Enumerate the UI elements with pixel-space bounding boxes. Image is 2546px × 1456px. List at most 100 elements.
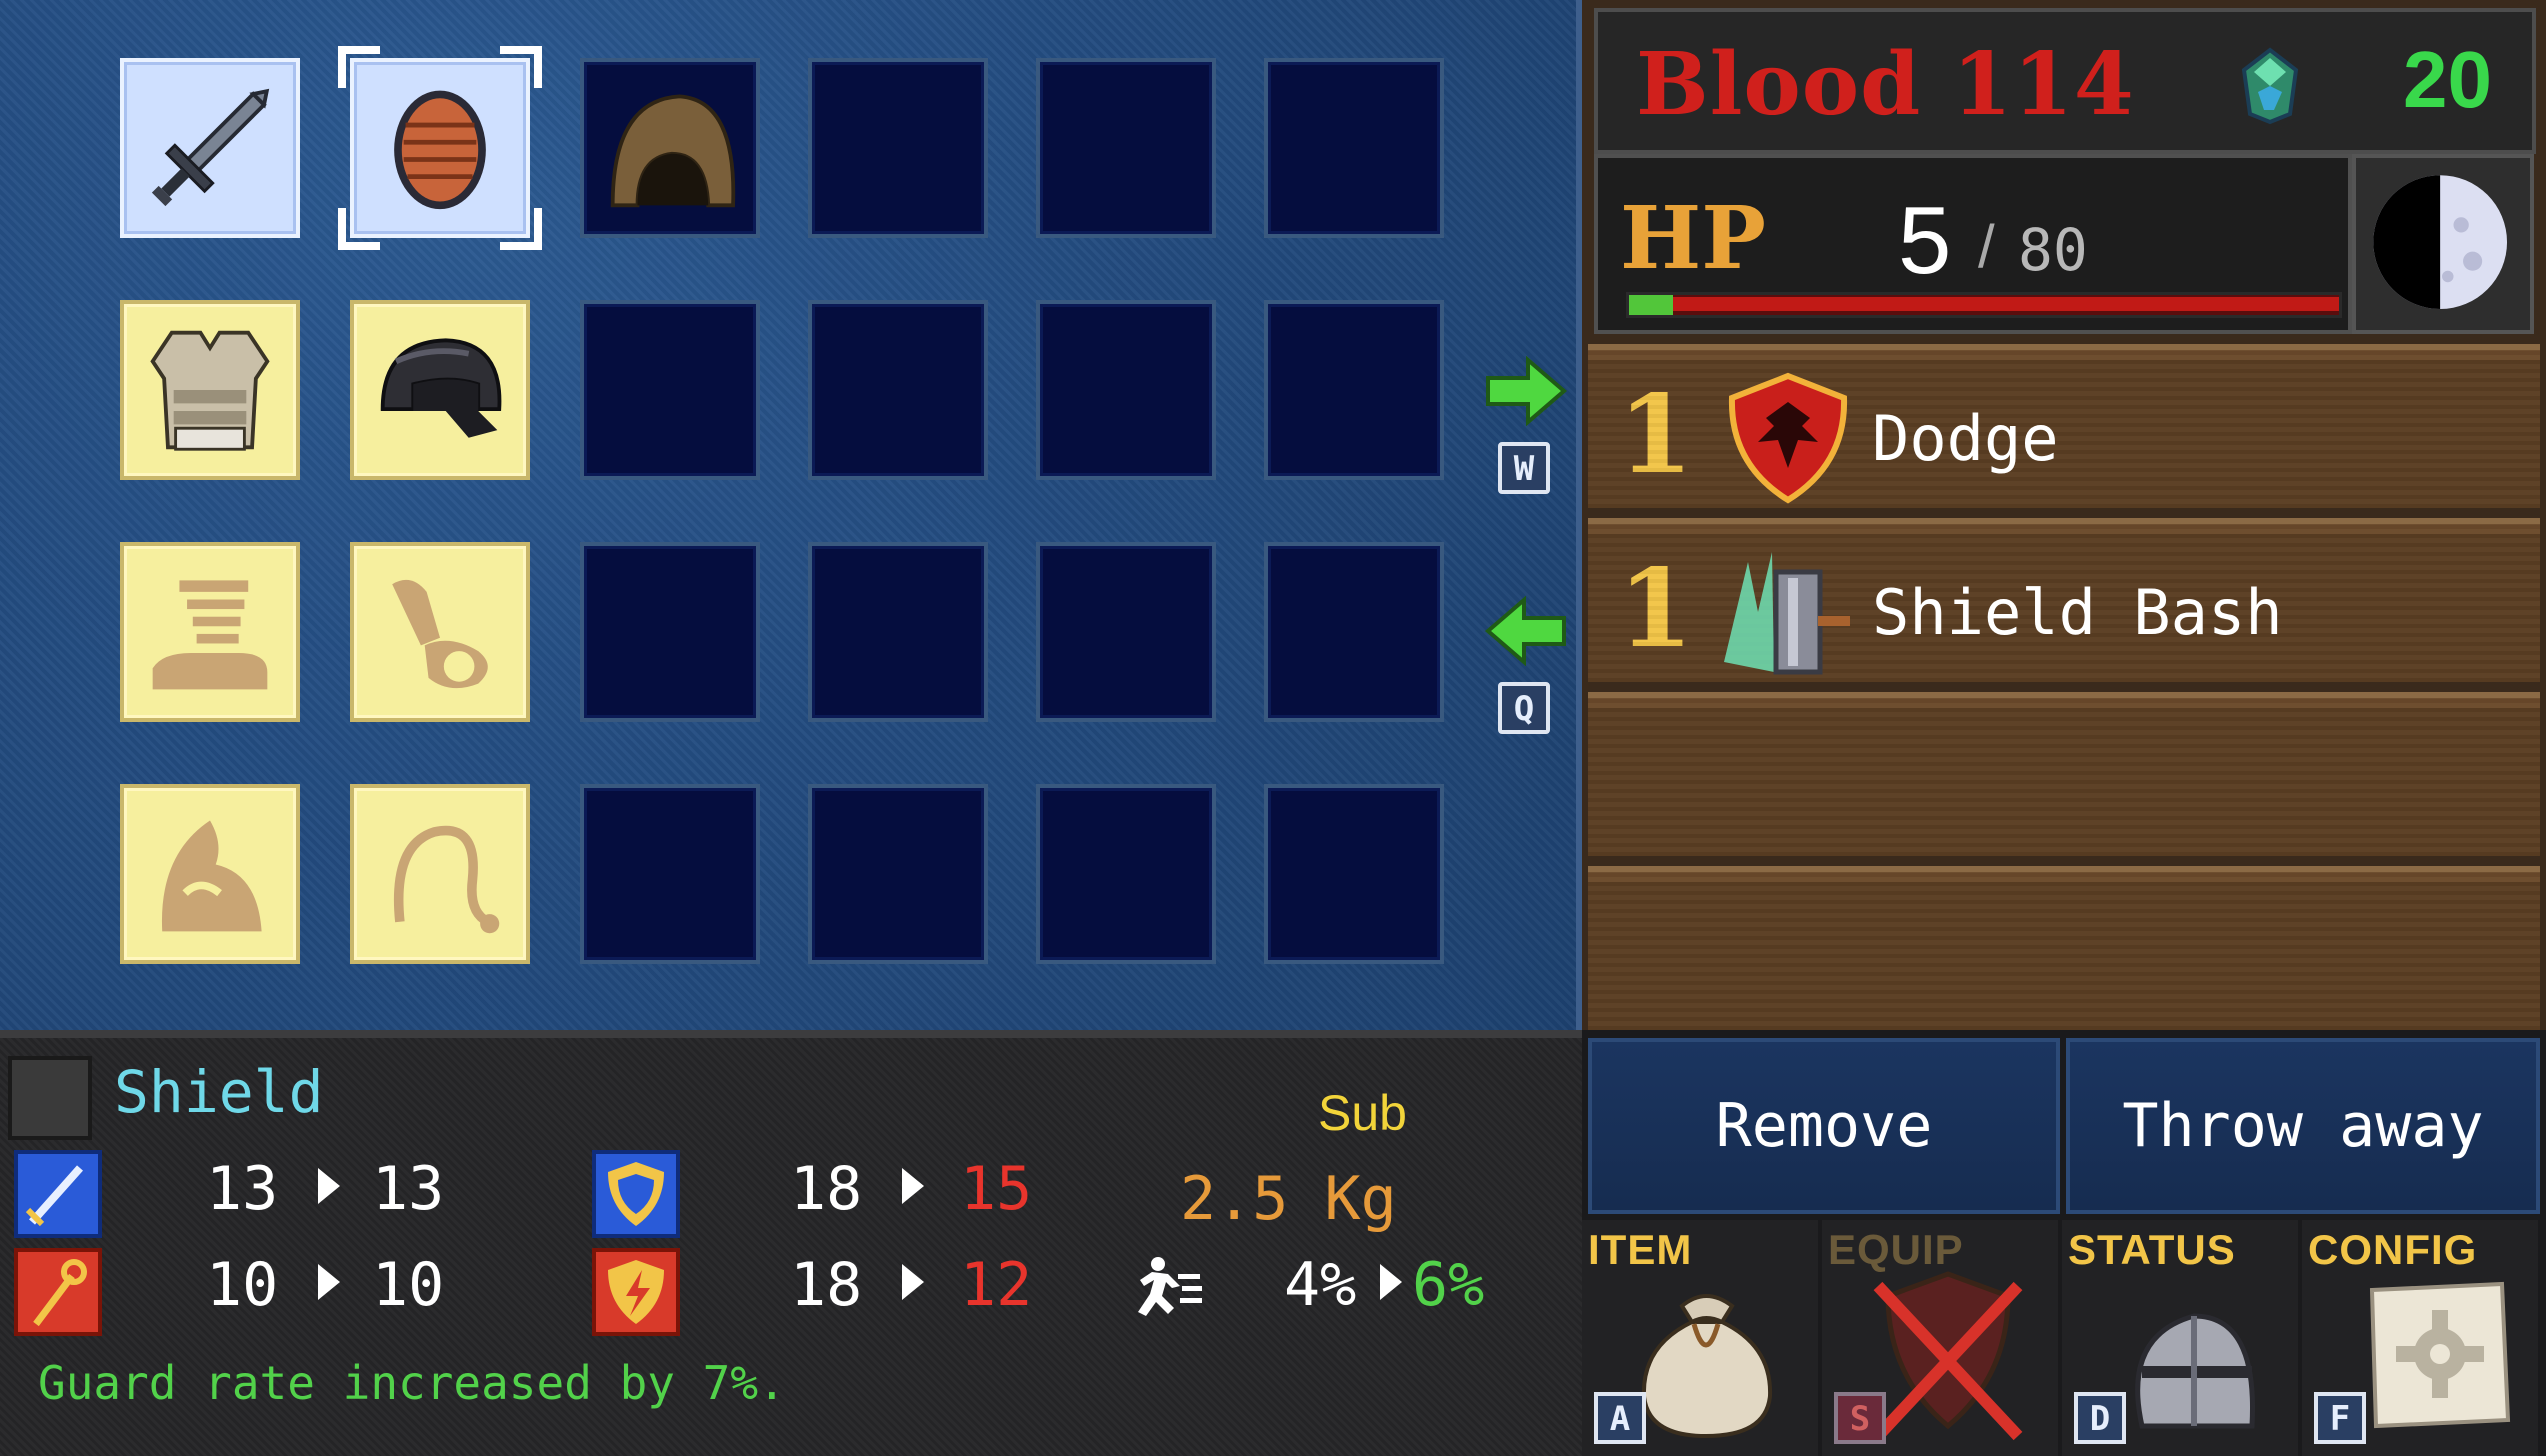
magic-defense-icon [592,1248,680,1336]
arrow-indicator [1380,1264,1402,1300]
cloak-placeholder-icon [161,820,262,932]
inventory-screen: W Q Blood 114 20 HP 5 / 80 1 Dodge 1 Shi… [0,0,2546,1456]
item-name: Shield [114,1058,324,1126]
blood-counter: Blood 114 [1636,34,2135,135]
slot-empty[interactable] [580,300,760,480]
defense-shield-icon [592,1150,680,1238]
key-badge-a: A [1594,1392,1646,1444]
arrow-indicator [318,1168,340,1204]
hp-current: 5 [1898,187,1952,294]
magic-defense-before: 18 [790,1250,863,1320]
slot-cloak[interactable] [120,784,300,964]
selection-cursor-corner [338,208,380,250]
moon-phase-icon [2373,175,2508,309]
slot-empty[interactable] [1264,58,1444,238]
arrow-indicator [902,1168,924,1204]
hp-bar-empty [1673,297,2339,311]
gear-scroll-icon [2369,1281,2511,1429]
item-details-panel: Shield Sub 13 13 10 10 18 15 18 12 2.5 K… [0,1030,1582,1456]
skill-level: 1 [1618,372,1694,498]
slot-empty[interactable] [808,542,988,722]
slot-empty[interactable] [1036,300,1216,480]
hp-bar-fill [1629,295,1674,315]
hp-panel: HP 5 / 80 [1594,154,2352,334]
tab-equip[interactable]: EQUIP S [1822,1220,2058,1456]
key-badge-s: S [1834,1392,1886,1444]
arrow-indicator [902,1264,924,1300]
slot-empty[interactable] [1264,784,1444,964]
hp-separator: / [1978,213,1995,280]
defense-before: 18 [790,1154,863,1224]
shield-bash-icon [1724,552,1850,675]
slot-accessory[interactable] [350,784,530,964]
slot-empty[interactable] [1036,542,1216,722]
slot-hood[interactable] [580,58,760,238]
skill-row-empty [1588,866,2540,1030]
key-badge-w: W [1498,442,1550,494]
slot-empty[interactable] [808,300,988,480]
status-skills-panel: Blood 114 20 HP 5 / 80 1 Dodge 1 Shield … [1582,0,2546,1030]
tab-status[interactable]: STATUS D [2062,1220,2298,1456]
gem-count: 20 [2403,35,2492,124]
arrow-indicator [318,1264,340,1300]
slot-empty[interactable] [580,784,760,964]
bag-icon [1641,1294,1773,1439]
remove-button[interactable]: Remove [1588,1038,2060,1214]
magic-defense-after: 12 [960,1250,1033,1320]
tab-item[interactable]: ITEM A [1582,1220,1818,1456]
slot-shield-selected[interactable] [338,46,542,250]
slot-empty[interactable] [808,784,988,964]
key-badge-q: Q [1498,682,1550,734]
tab-item-label: ITEM [1588,1226,1693,1273]
knight-helmet-icon [2135,1313,2256,1429]
slot-empty[interactable] [1264,542,1444,722]
item-preview-box [8,1056,92,1140]
slot-gauntlets[interactable] [120,542,300,722]
dodge-shield-icon [1728,372,1848,504]
bracer-placeholder-icon [392,579,488,689]
slot-bracers[interactable] [350,542,530,722]
equipment-grid-panel: W Q [0,0,1582,1030]
skill-row-shield-bash[interactable]: 1 Shield Bash [1588,518,2540,682]
slot-empty[interactable] [808,58,988,238]
item-description: Guard rate increased by 7%. [38,1356,786,1410]
attack-before: 13 [206,1154,279,1224]
defense-after: 15 [960,1154,1033,1224]
attack-icon [14,1150,102,1238]
selection-cursor-corner [500,208,542,250]
skill-row-empty [1588,692,2540,856]
magic-after: 10 [372,1250,445,1320]
slot-empty[interactable] [1036,784,1216,964]
hood-icon [610,94,736,208]
evasion-before: 4% [1284,1250,1357,1320]
hp-bar [1626,292,2342,318]
selection-cursor-corner [338,46,380,88]
ring-placeholder-icon [393,825,500,934]
slot-sword[interactable] [120,58,300,238]
slot-body-armor[interactable] [120,300,300,480]
throw-away-button[interactable]: Throw away [2066,1038,2540,1214]
helmet-icon [380,338,502,438]
skill-row-dodge[interactable]: 1 Dodge [1588,344,2540,508]
hp-max: 80 [2018,216,2088,284]
slot-helmet[interactable] [350,300,530,480]
item-weight: 2.5 Kg [1180,1164,1397,1234]
key-badge-f: F [2314,1392,2366,1444]
blood-label: Blood [1636,34,1922,135]
skill-level: 1 [1618,546,1694,672]
evasion-after: 6% [1412,1250,1485,1320]
slot-empty[interactable] [1264,300,1444,480]
currency-bar: Blood 114 20 [1594,8,2536,154]
arrow-left-icon[interactable] [1484,596,1568,666]
slot-empty[interactable] [1036,58,1216,238]
key-badge-d: D [2074,1392,2126,1444]
arrow-right-icon[interactable] [1484,356,1568,426]
magic-staff-icon [14,1248,102,1336]
hp-label: HP [1620,188,1766,289]
tab-config[interactable]: CONFIG F [2302,1220,2538,1456]
moon-phase-panel [2352,154,2534,334]
slot-empty[interactable] [580,542,760,722]
action-menu-panel: Remove Throw away ITEM A EQUIP S STATUS … [1582,1030,2546,1456]
gem-icon [2241,47,2299,125]
skill-name: Dodge [1872,402,2059,475]
